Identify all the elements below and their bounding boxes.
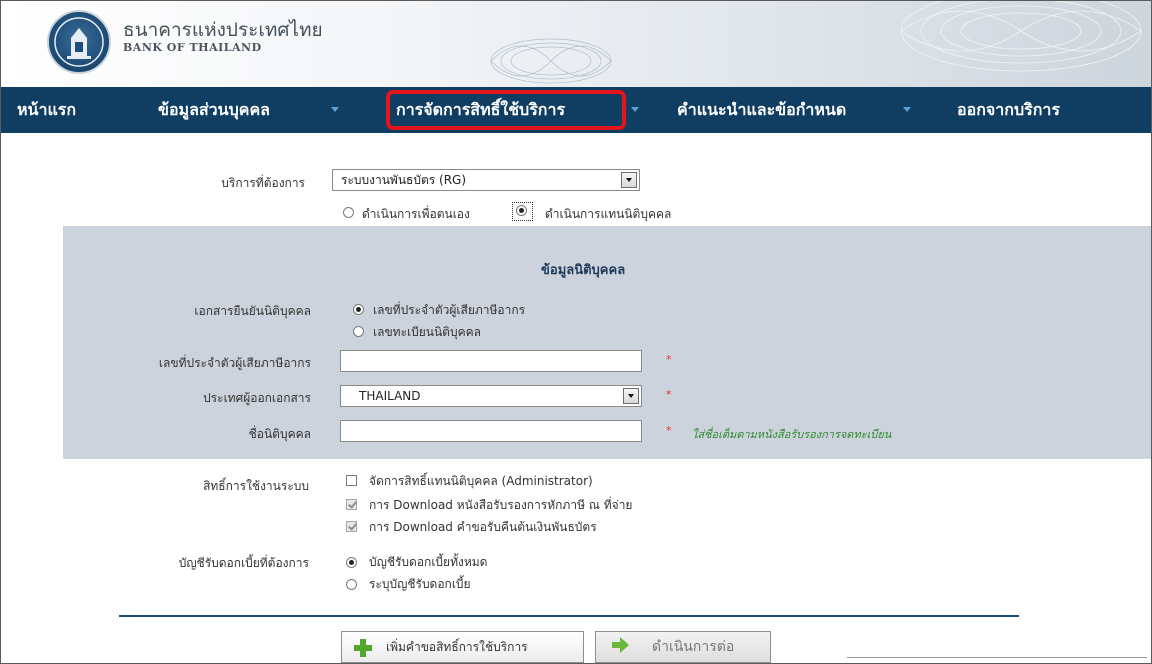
country-label: ประเทศผู้ออกเอกสาร (203, 391, 311, 405)
corp-name-label: ชื่อนิติบุคคล (248, 427, 311, 441)
mode-self-label: ดำเนินการเพื่อตนเอง (362, 207, 470, 221)
nav-logout[interactable]: ออกจากบริการ (957, 87, 1060, 133)
accounts-all-label: บัญชีรับดอกเบี้ยทั้งหมด (369, 555, 488, 569)
nav-highlight-box (386, 90, 626, 130)
doc-tax-label: เลขที่ประจำตัวผู้เสียภาษีอากร (373, 303, 526, 317)
continue-button[interactable]: ดำเนินการต่อ (595, 631, 771, 663)
divider (119, 615, 1019, 617)
nav-home[interactable]: หน้าแรก (17, 87, 76, 133)
service-label: บริการที่ต้องการ (221, 176, 305, 190)
nav-personal-info-chevron-icon (331, 107, 339, 112)
doc-reg-label: เลขทะเบียนนิติบุคคล (373, 325, 481, 339)
nav-personal-info[interactable]: ข้อมูลส่วนบุคคล (158, 87, 270, 133)
mode-corp-radio[interactable] (516, 205, 527, 216)
tax-id-label: เลขที่ประจำตัวผู้เสียภาษีอากร (158, 356, 311, 370)
service-select[interactable]: ระบบงานพันธบัตร (RG) (332, 169, 640, 191)
accounts-specify-radio[interactable] (346, 579, 357, 590)
add-request-label: เพิ่มคำขอสิทธิ์การใช้บริการ (386, 640, 528, 654)
rights-label: สิทธิ์การใช้งานระบบ (203, 479, 309, 493)
bank-logo (47, 10, 111, 74)
download-tax-checkbox[interactable] (346, 499, 357, 510)
download-refund-label: การ Download คำขอรับคืนต้นเงินพันธบัตร (369, 520, 597, 534)
admin-checkbox[interactable] (346, 475, 357, 486)
arrow-right-icon (612, 637, 629, 653)
chevron-down-icon[interactable] (621, 172, 637, 188)
mode-corp-label: ดำเนินการแทนนิติบุคคล (545, 207, 672, 221)
panel-title: ข้อมูลนิติบุคคล (541, 263, 626, 278)
nav-rights-management-chevron-icon (631, 107, 639, 112)
plus-icon (354, 639, 372, 657)
brand-english: BANK OF THAILAND (123, 41, 262, 54)
doc-tax-radio[interactable] (353, 304, 364, 315)
page-frame: ธนาคารแห่งประเทศไทย BANK OF THAILAND หน้… (0, 0, 1152, 664)
corp-name-note: ใส่ชื่อเต็มตามหนังสือรับรองการจดทะเบียน (692, 428, 892, 441)
download-tax-label: การ Download หนังสือรับรองการหักภาษี ณ ท… (369, 498, 633, 512)
continue-label: ดำเนินการต่อ (652, 639, 735, 655)
accounts-all-radio[interactable] (346, 557, 357, 568)
country-select-value: THAILAND (359, 389, 421, 403)
doc-reg-radio[interactable] (353, 326, 364, 337)
country-select[interactable]: THAILAND (340, 385, 642, 407)
tax-id-input[interactable] (340, 350, 642, 372)
accounts-specify-label: ระบุบัญชีรับดอกเบี้ย (369, 577, 471, 591)
nav-guidance-terms[interactable]: คำแนะนำและข้อกำหนด (677, 87, 846, 133)
add-request-button[interactable]: เพิ่มคำขอสิทธิ์การใช้บริการ (341, 631, 584, 663)
doc-label: เอกสารยืนยันนิติบุคคล (194, 304, 311, 318)
header-ornament-right (900, 1, 1142, 72)
download-refund-checkbox[interactable] (346, 521, 357, 532)
header-ornament-center (490, 38, 612, 84)
header: ธนาคารแห่งประเทศไทย BANK OF THAILAND (1, 1, 1151, 87)
chevron-down-icon[interactable] (623, 388, 639, 404)
admin-label: จัดการสิทธิ์แทนนิติบุคคล (Administrator) (369, 474, 593, 488)
corp-name-input[interactable] (340, 420, 642, 442)
accounts-label: บัญชีรับดอกเบี้ยที่ต้องการ (178, 556, 309, 570)
footer-line (847, 657, 1147, 658)
mode-self-radio[interactable] (343, 207, 354, 218)
tax-id-required: * (666, 353, 672, 366)
country-required: * (666, 388, 672, 401)
corp-name-required: * (666, 424, 672, 437)
service-select-value: ระบบงานพันธบัตร (RG) (341, 173, 467, 187)
nav-guidance-terms-chevron-icon (903, 107, 911, 112)
